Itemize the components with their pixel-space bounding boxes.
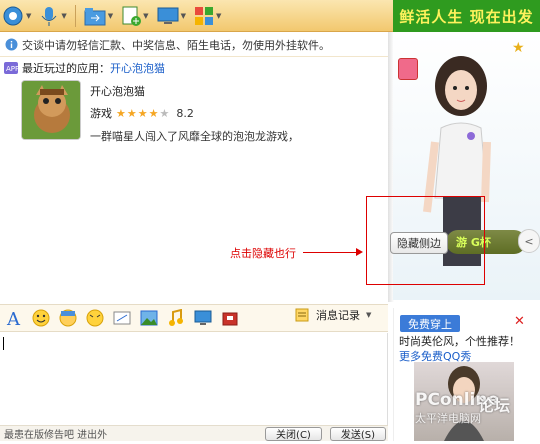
close-button[interactable]: 关闭(C) bbox=[265, 426, 322, 441]
shake-face-icon bbox=[86, 309, 104, 327]
magic-emoji-button[interactable] bbox=[58, 308, 78, 328]
send-button[interactable]: 发送(S) bbox=[329, 426, 386, 441]
screen-share-button[interactable] bbox=[193, 308, 213, 328]
magic-face-icon bbox=[59, 309, 77, 327]
apps-button[interactable]: ▼ bbox=[194, 3, 221, 29]
voice-call-button[interactable]: ▼ bbox=[39, 3, 67, 29]
video-call-button[interactable]: ▼ bbox=[2, 3, 31, 29]
music-note-icon bbox=[169, 309, 183, 326]
rating-value: 8.2 bbox=[176, 106, 194, 120]
message-input[interactable] bbox=[0, 333, 388, 425]
star-icon[interactable]: ★ bbox=[512, 40, 525, 56]
bottom-tip-text: 最患在版修告吧 进出外 bbox=[4, 430, 108, 441]
svg-text:A: A bbox=[6, 309, 21, 327]
text-caret bbox=[3, 337, 4, 350]
emoji-button[interactable] bbox=[31, 308, 51, 328]
smiley-icon bbox=[32, 309, 50, 327]
camera-icon bbox=[3, 6, 23, 25]
message-history-button[interactable]: 消息记录 ▼ bbox=[294, 307, 371, 323]
document-add-icon bbox=[122, 6, 142, 26]
ad-close-icon[interactable]: ✕ bbox=[514, 314, 525, 329]
collapse-arrow-button[interactable]: < bbox=[518, 229, 540, 253]
banner-text: 鲜活人生 现在出发 bbox=[399, 7, 534, 26]
app-meta: 游戏 ★★★★★ 8.2 bbox=[90, 105, 194, 121]
chat-history bbox=[0, 150, 388, 300]
recent-app-link[interactable]: 开心泡泡猫 bbox=[110, 60, 165, 76]
rating-stars: ★★★★★ bbox=[116, 106, 171, 120]
image-button[interactable] bbox=[139, 308, 159, 328]
chevron-down-icon: ▼ bbox=[366, 311, 372, 319]
app-name[interactable]: 开心泡泡猫 bbox=[90, 83, 145, 99]
annotation-arrow bbox=[303, 248, 363, 256]
remote-assist-button[interactable]: ▼ bbox=[157, 3, 186, 29]
scissors-icon bbox=[113, 311, 131, 325]
create-discussion-button[interactable]: ▼ bbox=[121, 3, 149, 29]
chevron-left-icon: < bbox=[524, 234, 534, 248]
screen-icon bbox=[194, 310, 212, 325]
red-box-icon bbox=[222, 312, 238, 326]
recent-app-row: APP 最近玩过的应用： 开心泡泡猫 bbox=[0, 58, 393, 78]
close-button-label: 关闭(C) bbox=[276, 430, 311, 441]
warning-text: 交谈中请勿轻信汇款、中奖信息、陌生电话，勿使用外挂软件。 bbox=[22, 38, 330, 52]
game-thumbnail[interactable] bbox=[21, 80, 81, 140]
app-description: 一群喵星人闯入了风靡全球的泡泡龙游戏， bbox=[90, 130, 299, 143]
promo-banner[interactable]: 鲜活人生 现在出发 bbox=[393, 0, 540, 32]
hide-sidebar-label: 隐藏侧边 bbox=[397, 237, 441, 250]
music-button[interactable] bbox=[166, 308, 186, 328]
font-icon: A bbox=[6, 309, 21, 327]
ad-headline: 时尚英伦风，个性推荐！ bbox=[399, 335, 520, 348]
app-logo-icon: APP bbox=[4, 62, 18, 74]
microphone-icon bbox=[41, 6, 57, 26]
history-icon bbox=[295, 308, 309, 322]
image-icon bbox=[140, 310, 158, 326]
watermark-forum: 论坛 bbox=[478, 396, 511, 415]
annotation-text: 点击隐藏也行 bbox=[230, 247, 296, 260]
message-history-label: 消息记录 bbox=[316, 309, 360, 322]
gift-icon[interactable] bbox=[398, 58, 418, 80]
font-button[interactable]: A bbox=[4, 308, 24, 328]
monitor-icon bbox=[157, 7, 179, 24]
security-warning: 交谈中请勿轻信汇款、中奖信息、陌生电话，勿使用外挂软件。 bbox=[0, 33, 393, 57]
toolbar-separator bbox=[74, 4, 76, 27]
chat-toolbar: ▼ ▼ ▼ ▼ ▼ ▼ bbox=[0, 0, 393, 32]
folder-icon bbox=[84, 7, 106, 25]
shake-button[interactable] bbox=[85, 308, 105, 328]
app-category: 游戏 bbox=[90, 107, 112, 120]
cat-game-icon bbox=[22, 81, 80, 139]
ad-badge[interactable]: 免费穿上 bbox=[400, 315, 460, 332]
send-file-button[interactable]: ▼ bbox=[84, 3, 113, 29]
watermark-sub: 太平洋电脑网 bbox=[415, 412, 481, 425]
app-grid-icon bbox=[194, 6, 213, 25]
svg-text:APP: APP bbox=[6, 65, 18, 73]
gift-shop-button[interactable] bbox=[220, 308, 240, 328]
recent-label: 最近玩过的应用： bbox=[22, 62, 110, 75]
info-icon bbox=[5, 38, 18, 51]
send-button-label: 发送(S) bbox=[340, 430, 375, 441]
hide-sidebar-button[interactable]: 隐藏侧边 bbox=[390, 232, 448, 254]
screenshot-button[interactable] bbox=[112, 308, 132, 328]
bottom-bar: 最患在版修告吧 进出外 关闭(C) 发送(S) bbox=[0, 425, 388, 441]
